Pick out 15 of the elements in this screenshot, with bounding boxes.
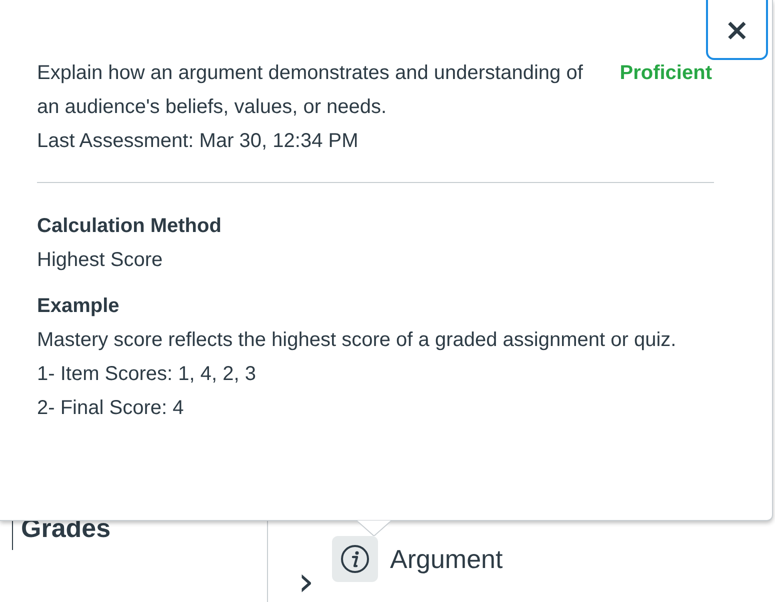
outcome-title: Argument: [390, 542, 503, 576]
expand-toggle[interactable]: ›: [298, 562, 314, 602]
mastery-status: Proficient: [620, 61, 712, 86]
section-heading: Calculation Method: [37, 214, 222, 239]
outcome-description: Explain how an argument demonstrates and understanding of an audience's beliefs, values, or needs.: [37, 61, 584, 120]
section-text: 1- Item Scores: 1, 4, 2, 3: [37, 362, 257, 387]
last-assessment: Last Assessment: Mar 30, 12:34 PM: [37, 129, 360, 154]
section-text: Mastery score reflects the highest score of a graded assignment or quiz.: [37, 328, 678, 353]
section-heading: Example: [37, 294, 120, 319]
page-heading: Grades: [21, 512, 112, 545]
section-text: Highest Score: [37, 248, 164, 273]
close-button[interactable]: ×: [706, 0, 768, 60]
info-icon: [340, 544, 370, 574]
section-text: 2- Final Score: 4: [37, 396, 185, 421]
info-button[interactable]: [332, 536, 378, 582]
